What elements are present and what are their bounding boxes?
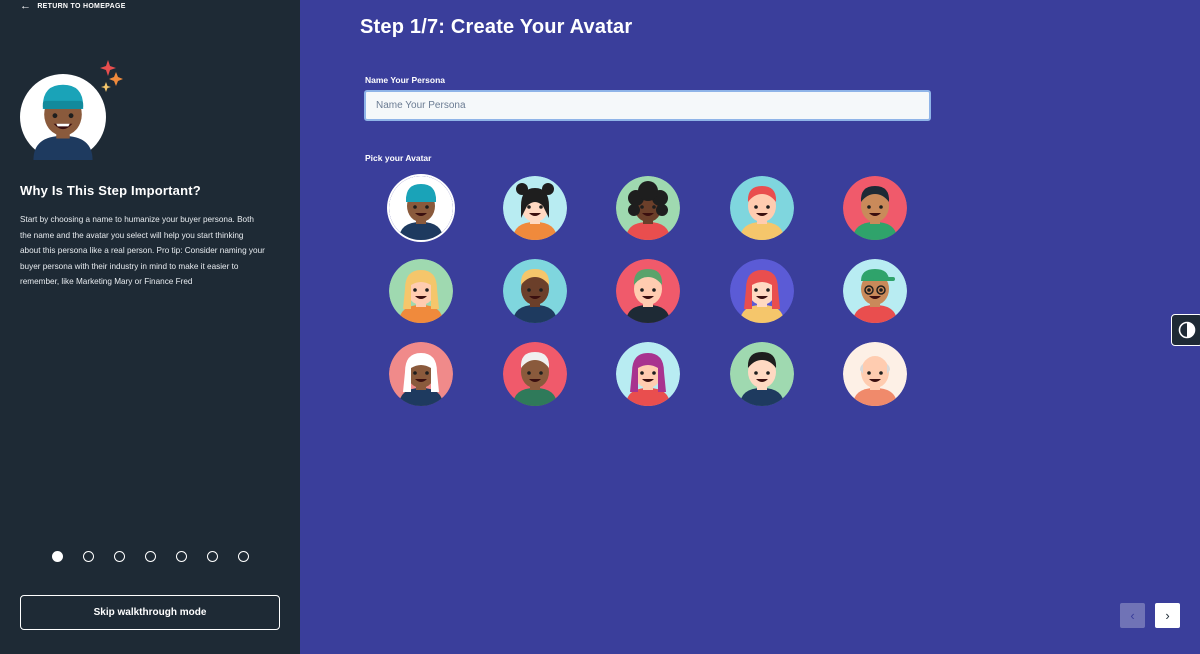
avatar-option-14[interactable]: [729, 342, 794, 406]
chevron-right-icon: ›: [1165, 608, 1170, 623]
avatar-option-11[interactable]: [389, 342, 453, 406]
skip-walkthrough-button[interactable]: Skip walkthrough mode: [20, 595, 280, 630]
avatar-image: [502, 342, 567, 406]
avatar-option-7[interactable]: [502, 259, 567, 323]
previous-step-button[interactable]: ‹: [1120, 603, 1145, 628]
avatar-grid: [389, 176, 909, 406]
contrast-icon: [1178, 321, 1196, 339]
arrow-left-icon: ←: [20, 0, 32, 12]
return-label: RETURN TO HOMEPAGE: [37, 2, 126, 10]
hero-avatar-image: [20, 74, 106, 160]
persona-name-input[interactable]: [364, 90, 931, 121]
avatar-option-8[interactable]: [616, 259, 680, 323]
avatar-image: [389, 259, 453, 323]
avatar-option-3[interactable]: [616, 176, 680, 240]
avatar-image: [502, 176, 567, 240]
sidebar: ← RETURN TO HOMEPAGE Why Is This Step Im…: [0, 0, 300, 654]
step-dot-1[interactable]: [52, 551, 63, 562]
why-important-heading: Why Is This Step Important?: [20, 183, 201, 198]
why-important-description: Start by choosing a name to humanize you…: [20, 215, 265, 286]
step-dot-5[interactable]: [176, 551, 187, 562]
avatar-image: [389, 176, 453, 240]
persona-name-label: Name Your Persona: [365, 75, 445, 85]
avatar-image: [843, 259, 907, 323]
chevron-left-icon: ‹: [1130, 608, 1135, 623]
main-panel: Step 1/7: Create Your Avatar Name Your P…: [300, 0, 1200, 654]
avatar-option-12[interactable]: [502, 342, 567, 406]
avatar-option-9[interactable]: [729, 259, 794, 323]
step-progress-dots: [52, 551, 249, 562]
step-dot-6[interactable]: [207, 551, 218, 562]
avatar-image: [616, 342, 680, 406]
step-dot-4[interactable]: [145, 551, 156, 562]
step-dot-2[interactable]: [83, 551, 94, 562]
avatar-image: [729, 176, 794, 240]
avatar-option-15[interactable]: [843, 342, 907, 406]
avatar-image: [502, 259, 567, 323]
avatar-image: [616, 259, 680, 323]
page-title: Step 1/7: Create Your Avatar: [360, 16, 633, 38]
avatar-option-13[interactable]: [616, 342, 680, 406]
avatar-option-5[interactable]: [843, 176, 907, 240]
hero-avatar-illustration: [20, 52, 128, 160]
avatar-image: [843, 176, 907, 240]
avatar-image: [729, 342, 794, 406]
avatar-image: [616, 176, 680, 240]
avatar-option-2[interactable]: [502, 176, 567, 240]
next-step-button[interactable]: ›: [1155, 603, 1180, 628]
avatar-image: [729, 259, 794, 323]
step-dot-7[interactable]: [238, 551, 249, 562]
avatar-option-1[interactable]: [389, 176, 453, 240]
avatar-option-10[interactable]: [843, 259, 907, 323]
avatar-option-6[interactable]: [389, 259, 453, 323]
step-dot-3[interactable]: [114, 551, 125, 562]
pick-avatar-label: Pick your Avatar: [365, 153, 432, 163]
avatar-image: [389, 342, 453, 406]
avatar-option-4[interactable]: [729, 176, 794, 240]
return-to-homepage-link[interactable]: ← RETURN TO HOMEPAGE: [20, 0, 126, 12]
avatar-image: [843, 342, 907, 406]
contrast-toggle-button[interactable]: [1171, 314, 1200, 346]
